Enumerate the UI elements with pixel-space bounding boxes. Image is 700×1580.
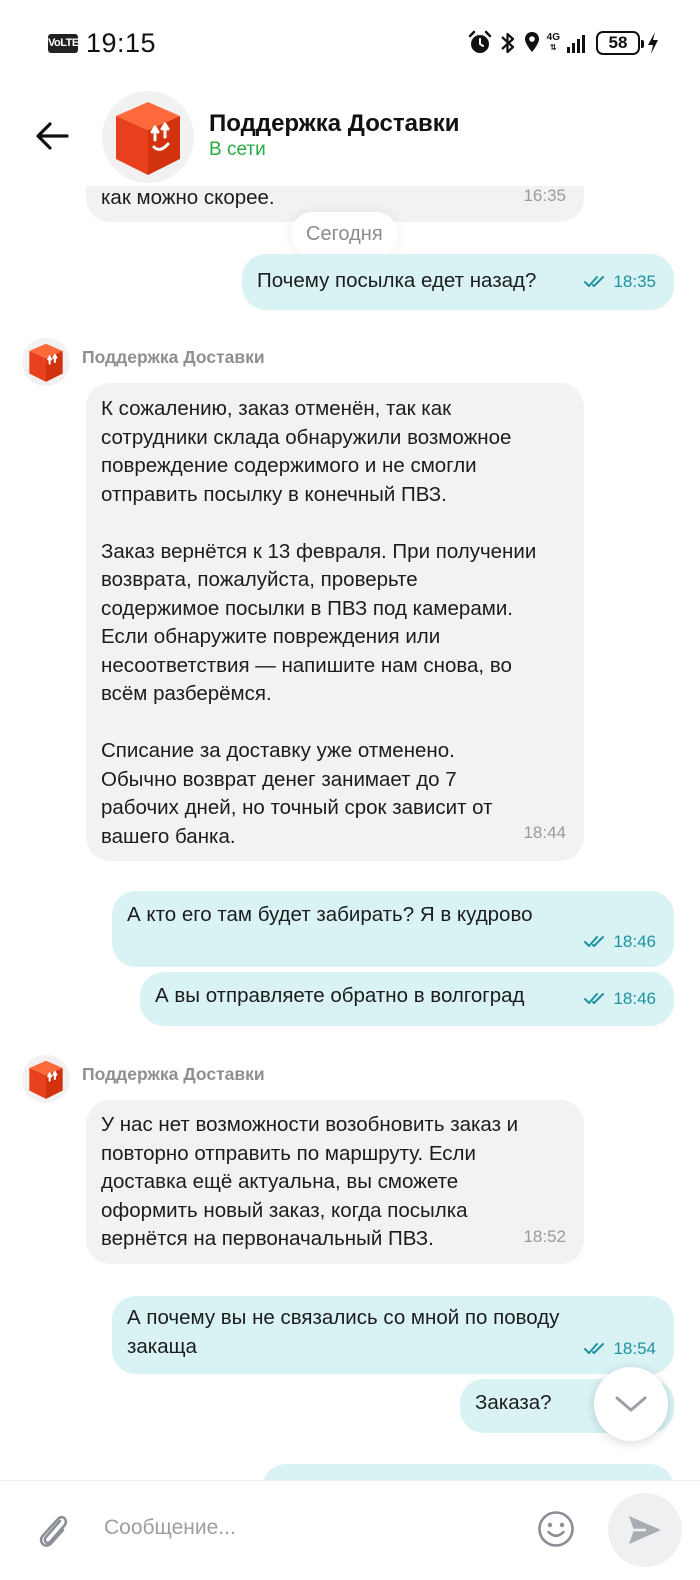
chat-header: Поддержка Доставки В сети bbox=[0, 86, 700, 186]
charging-icon bbox=[648, 32, 658, 54]
online-status: В сети bbox=[209, 139, 266, 160]
message-time: 18:44 bbox=[523, 822, 566, 842]
message-meta: 16:35 bbox=[523, 186, 566, 210]
sender-avatar[interactable] bbox=[22, 338, 70, 386]
message-text: как можно скорее. bbox=[101, 186, 275, 209]
message-meta: 18:46 bbox=[584, 928, 656, 957]
signal-icon bbox=[567, 35, 585, 53]
message-text: У нас нет возможности возобновить заказ … bbox=[101, 1113, 519, 1250]
orange-box-logo-icon bbox=[29, 1060, 63, 1099]
emoji-button[interactable] bbox=[534, 1507, 578, 1551]
chat-title: Поддержка Доставки bbox=[209, 110, 460, 137]
double-check-icon bbox=[584, 275, 605, 287]
message-text: А почему вы не связались со мной по пово… bbox=[127, 1306, 560, 1358]
attach-button[interactable] bbox=[30, 1507, 76, 1553]
message-composer bbox=[0, 1480, 700, 1580]
chat-avatar[interactable] bbox=[102, 91, 194, 183]
message-text: А вы отправляете обратно в волгоград bbox=[155, 984, 525, 1007]
back-button[interactable] bbox=[30, 114, 74, 158]
status-bar: VoLTE 19:15 4G ⇅ 58 bbox=[0, 0, 700, 86]
message-bubble-outgoing[interactable]: А кто его там будет забирать? Я в кудров… bbox=[112, 891, 674, 967]
double-check-icon bbox=[584, 992, 605, 1004]
smiley-icon bbox=[538, 1511, 574, 1547]
message-time: 18:46 bbox=[613, 988, 656, 1008]
double-check-icon bbox=[584, 935, 605, 947]
orange-box-logo-icon bbox=[29, 343, 63, 382]
message-bubble-outgoing[interactable]: Почему посылка едет назад? 18:35 bbox=[242, 254, 674, 310]
message-meta: 18:54 bbox=[584, 1335, 656, 1364]
message-time: 18:54 bbox=[613, 1338, 656, 1358]
chevron-down-icon bbox=[615, 1396, 647, 1412]
message-bubble-incoming[interactable]: К сожалению, заказ отменён, так как сотр… bbox=[86, 383, 584, 861]
bluetooth-icon bbox=[500, 32, 514, 54]
message-bubble-outgoing[interactable]: А почему вы не связались со мной по пово… bbox=[112, 1296, 674, 1374]
message-text: К сожалению, заказ отменён, так как сотр… bbox=[101, 397, 537, 848]
message-meta: 18:35 bbox=[584, 268, 656, 297]
message-list[interactable]: как можно скорее. 16:35 Сегодня Почему п… bbox=[0, 186, 700, 1480]
message-time: 16:35 bbox=[523, 186, 566, 205]
double-check-icon bbox=[584, 1342, 605, 1354]
arrow-left-icon bbox=[36, 122, 69, 150]
message-text: А кто его там будет забирать? Я в кудров… bbox=[127, 903, 533, 926]
message-bubble-outgoing[interactable]: А вы отправляете обратно в волгоград 18:… bbox=[140, 972, 674, 1026]
message-meta: 18:52 bbox=[523, 1223, 566, 1252]
battery-indicator: 58 bbox=[596, 31, 644, 55]
paperclip-icon bbox=[39, 1515, 68, 1547]
message-time: 18:52 bbox=[523, 1226, 566, 1246]
network-type: 4G ⇅ bbox=[546, 32, 560, 53]
scroll-down-button[interactable] bbox=[594, 1367, 668, 1441]
message-time: 18:35 bbox=[613, 271, 656, 291]
message-meta: 18:44 bbox=[523, 819, 566, 848]
sender-name: Поддержка Доставки bbox=[82, 347, 265, 367]
message-time: 18:46 bbox=[613, 931, 656, 951]
status-time: 19:15 bbox=[86, 28, 157, 58]
location-icon bbox=[524, 32, 539, 52]
sender-avatar[interactable] bbox=[22, 1055, 70, 1103]
alarm-icon bbox=[468, 30, 491, 53]
message-bubble-outgoing[interactable] bbox=[262, 1464, 674, 1480]
orange-box-logo-icon bbox=[116, 102, 180, 175]
message-text: Почему посылка едет назад? bbox=[257, 269, 537, 292]
message-input[interactable] bbox=[100, 1503, 520, 1553]
message-meta: 18:46 bbox=[584, 985, 656, 1014]
status-icons: 4G ⇅ 58 bbox=[467, 28, 660, 58]
volte-indicator: VoLTE bbox=[48, 34, 79, 53]
message-text: Заказа? bbox=[475, 1391, 552, 1414]
sender-name: Поддержка Доставки bbox=[82, 1064, 265, 1084]
message-bubble-incoming[interactable]: У нас нет возможности возобновить заказ … bbox=[86, 1100, 584, 1264]
date-separator: Сегодня bbox=[291, 212, 398, 256]
send-button[interactable] bbox=[608, 1493, 682, 1567]
send-icon bbox=[629, 1516, 661, 1544]
